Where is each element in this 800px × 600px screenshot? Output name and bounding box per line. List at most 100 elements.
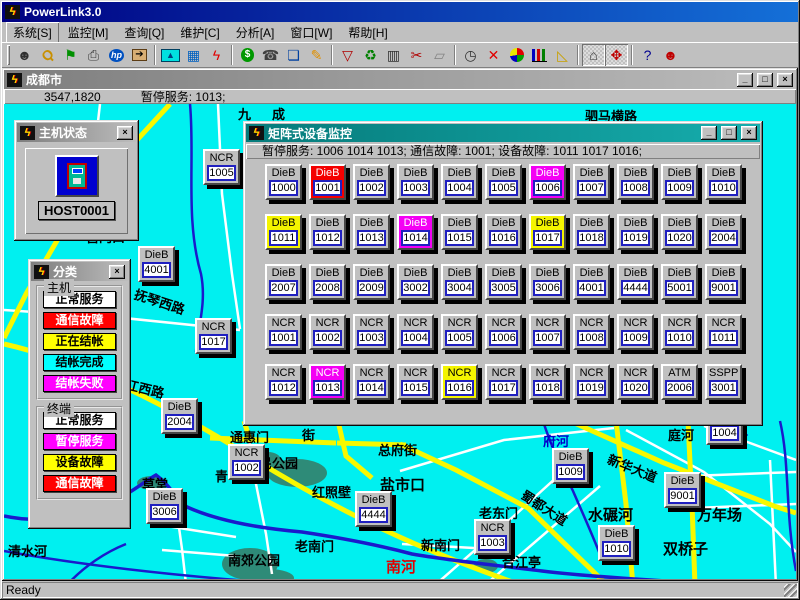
device-cell-DieB-1019[interactable]: DieB1019 (617, 214, 654, 250)
device-cell-NCR-1010[interactable]: NCR1010 (661, 314, 698, 350)
device-cell-DieB-1018[interactable]: DieB1018 (573, 214, 610, 250)
delete-icon[interactable]: ✕ (482, 44, 505, 66)
city-map[interactable]: 九成驷马横路西南营门口抚琴西路清江西路通惠门街总府街人民公园青草堂红照壁盐市口府… (4, 104, 796, 579)
device-cell-NCR-1003[interactable]: NCR1003 (353, 314, 390, 350)
device-cell-NCR-1014[interactable]: NCR1014 (353, 364, 390, 400)
device-cell-DieB-1013[interactable]: DieB1013 (353, 214, 390, 250)
close-button[interactable]: × (741, 126, 757, 140)
menu-item-5[interactable]: 分析[A] (229, 22, 282, 43)
color-grid-icon[interactable]: ▦ (182, 44, 205, 66)
close-button[interactable]: × (777, 73, 793, 87)
filter-icon[interactable]: ▽ (336, 44, 359, 66)
device-cell-DieB-1011[interactable]: DieB1011 (265, 214, 302, 250)
map-monitor-icon[interactable]: ▲ (159, 44, 182, 66)
flag-icon[interactable]: ⚑ (59, 44, 82, 66)
host-window-titlebar[interactable]: ϟ 主机状态 × (17, 123, 136, 142)
map-device-NCR-1003[interactable]: NCR1003 (474, 519, 511, 555)
close-button[interactable]: × (117, 126, 133, 140)
device-cell-DieB-1020[interactable]: DieB1020 (661, 214, 698, 250)
map-device-DieB-9001[interactable]: DieB9001 (664, 472, 701, 508)
device-cell-DieB-1002[interactable]: DieB1002 (353, 164, 390, 200)
device-cell-DieB-1001[interactable]: DieB1001 (309, 164, 346, 200)
device-cell-DieB-1008[interactable]: DieB1008 (617, 164, 654, 200)
map-device-DieB-1010[interactable]: DieB1010 (598, 525, 635, 561)
maximize-button[interactable]: □ (721, 126, 737, 140)
device-cell-NCR-1009[interactable]: NCR1009 (617, 314, 654, 350)
printer-icon[interactable]: ⎙ (82, 44, 105, 66)
map-device-DieB-2004[interactable]: DieB2004 (161, 398, 198, 434)
device-cell-ATM-2006[interactable]: ATM2006 (661, 364, 698, 400)
device-cell-DieB-3005[interactable]: DieB3005 (485, 264, 522, 300)
device-cell-DieB-1006[interactable]: DieB1006 (529, 164, 566, 200)
device-cell-NCR-1013[interactable]: NCR1013 (309, 364, 346, 400)
device-cell-DieB-1003[interactable]: DieB1003 (397, 164, 434, 200)
map-device-DieB-4444[interactable]: DieB4444 (355, 491, 392, 527)
phone-icon[interactable]: ☎ (259, 44, 282, 66)
device-cell-DieB-4444[interactable]: DieB4444 (617, 264, 654, 300)
device-cell-DieB-1007[interactable]: DieB1007 (573, 164, 610, 200)
device-cell-DieB-1012[interactable]: DieB1012 (309, 214, 346, 250)
help-icon[interactable]: ? (636, 44, 659, 66)
device-cell-DieB-9001[interactable]: DieB9001 (705, 264, 742, 300)
device-cell-DieB-1000[interactable]: DieB1000 (265, 164, 302, 200)
device-cell-DieB-1016[interactable]: DieB1016 (485, 214, 522, 250)
device-cell-DieB-4001[interactable]: DieB4001 (573, 264, 610, 300)
device-cell-NCR-1012[interactable]: NCR1012 (265, 364, 302, 400)
protractor-icon[interactable]: ◺ (551, 44, 574, 66)
device-cell-NCR-1006[interactable]: NCR1006 (485, 314, 522, 350)
menu-item-1[interactable]: 系统[S] (6, 22, 59, 43)
pie-chart-icon[interactable] (505, 44, 528, 66)
device-cell-DieB-3002[interactable]: DieB3002 (397, 264, 434, 300)
device-cell-NCR-1001[interactable]: NCR1001 (265, 314, 302, 350)
map-device-DieB-1009[interactable]: DieB1009 (552, 448, 589, 484)
device-cell-SSPP-3001[interactable]: SSPP3001 (705, 364, 742, 400)
close-button[interactable]: × (109, 265, 125, 279)
marker-pen-icon[interactable]: ✎ (305, 44, 328, 66)
menu-item-7[interactable]: 帮助[H] (341, 22, 394, 43)
device-cell-DieB-1014[interactable]: DieB1014 (397, 214, 434, 250)
pan-arrows-icon[interactable]: ✥ (605, 44, 628, 66)
clock-icon[interactable]: ◷ (459, 44, 482, 66)
device-cell-NCR-1015[interactable]: NCR1015 (397, 364, 434, 400)
bank-icon[interactable]: ▥ (382, 44, 405, 66)
key-icon[interactable]: Ϙ (36, 44, 59, 66)
menu-item-4[interactable]: 维护[C] (173, 22, 226, 43)
device-cell-DieB-3004[interactable]: DieB3004 (441, 264, 478, 300)
minimize-button[interactable]: _ (737, 73, 753, 87)
user-icon[interactable]: ☻ (13, 44, 36, 66)
matrix-window-titlebar[interactable]: ϟ 矩阵式设备监控 _ □ × (246, 124, 760, 142)
device-cell-DieB-1017[interactable]: DieB1017 (529, 214, 566, 250)
device-cell-DieB-1004[interactable]: DieB1004 (441, 164, 478, 200)
device-cell-DieB-2009[interactable]: DieB2009 (353, 264, 390, 300)
device-cell-NCR-1008[interactable]: NCR1008 (573, 314, 610, 350)
map-device-NCR-1017[interactable]: NCR1017 (195, 318, 232, 354)
menu-item-3[interactable]: 查询[Q] (117, 22, 171, 43)
menu-item-2[interactable]: 监控[M] (61, 22, 116, 43)
device-cell-DieB-1005[interactable]: DieB1005 (485, 164, 522, 200)
building-icon[interactable]: ⌂ (582, 44, 605, 66)
device-cell-NCR-1004[interactable]: NCR1004 (397, 314, 434, 350)
bar-chart-icon[interactable] (528, 44, 551, 66)
device-cell-NCR-1005[interactable]: NCR1005 (441, 314, 478, 350)
scissors-icon[interactable]: ✂ (405, 44, 428, 66)
device-cell-DieB-3006[interactable]: DieB3006 (529, 264, 566, 300)
device-cell-NCR-1019[interactable]: NCR1019 (573, 364, 610, 400)
exit-door-icon[interactable]: ➔ (128, 44, 151, 66)
device-cell-DieB-5001[interactable]: DieB5001 (661, 264, 698, 300)
device-cell-DieB-1010[interactable]: DieB1010 (705, 164, 742, 200)
device-cell-NCR-1007[interactable]: NCR1007 (529, 314, 566, 350)
device-cell-DieB-1015[interactable]: DieB1015 (441, 214, 478, 250)
map-device-DieB-4001[interactable]: DieB4001 (138, 246, 175, 282)
map-device-DieB-3006[interactable]: DieB3006 (146, 488, 183, 524)
host-computer-icon[interactable] (55, 155, 99, 197)
device-cell-NCR-1020[interactable]: NCR1020 (617, 364, 654, 400)
cascade-windows-icon[interactable]: ❏ (282, 44, 305, 66)
money-bag-icon[interactable]: $ (236, 44, 259, 66)
map-device-NCR-1005[interactable]: NCR1005 (203, 149, 240, 185)
device-cell-NCR-1002[interactable]: NCR1002 (309, 314, 346, 350)
device-cell-DieB-1009[interactable]: DieB1009 (661, 164, 698, 200)
maximize-button[interactable]: □ (757, 73, 773, 87)
device-cell-NCR-1017[interactable]: NCR1017 (485, 364, 522, 400)
device-cell-NCR-1018[interactable]: NCR1018 (529, 364, 566, 400)
device-cell-DieB-2008[interactable]: DieB2008 (309, 264, 346, 300)
